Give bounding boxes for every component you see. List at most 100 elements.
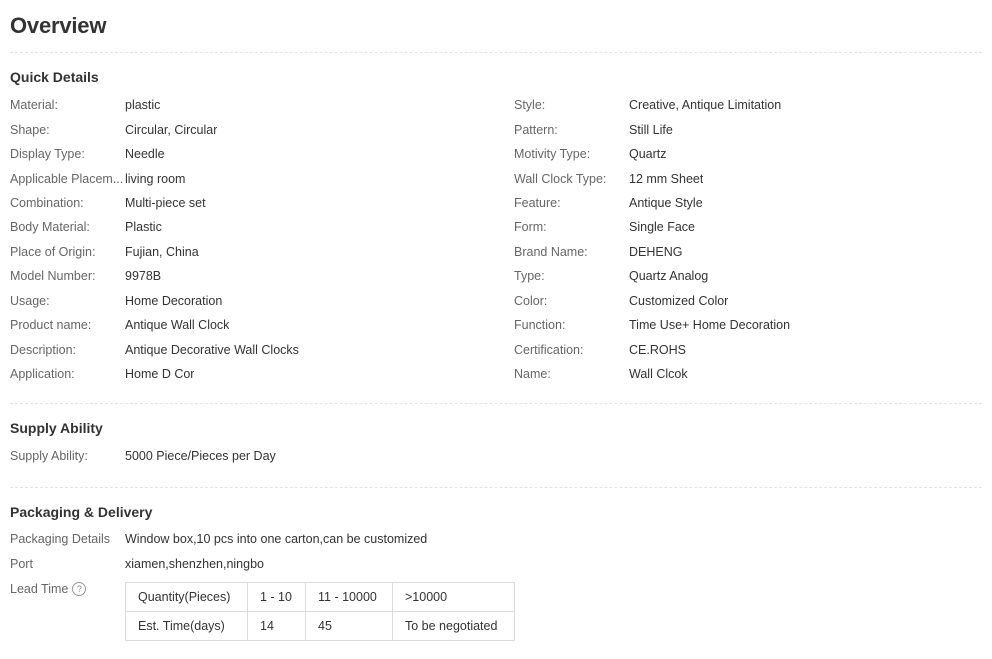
packaging-details-value: Window box,10 pcs into one carton,can be… (125, 532, 428, 546)
packaging-details-row: Packaging Details Window box,10 pcs into… (10, 529, 427, 549)
attribute-row: Description: Antique Decorative Wall Cloc… (10, 337, 490, 361)
attribute-row: Body Material: Plastic (10, 215, 490, 239)
table-row: Est. Time(days) 14 45 To be negotiated (125, 611, 515, 641)
quick-details-right-column: Style: Creative, Antique Limitation Patte… (514, 93, 984, 386)
attribute-row: Function: Time Use+ Home Decoration (514, 313, 984, 337)
table-cell: 11 - 10000 (305, 582, 393, 612)
divider (10, 403, 982, 404)
attribute-label: Wall Clock Type: (514, 171, 607, 186)
table-cell: Est. Time(days) (125, 611, 248, 641)
attribute-row: Brand Name: DEHENG (514, 240, 984, 264)
table-cell: 14 (247, 611, 306, 641)
attribute-label: Color: (514, 293, 548, 308)
attribute-value: Antique Style (629, 195, 703, 210)
attribute-value: Antique Decorative Wall Clocks (125, 342, 299, 357)
attribute-value: Needle (125, 147, 165, 162)
attribute-value: Home Decoration (125, 293, 223, 308)
attribute-value: Home D Cor (125, 367, 195, 382)
supply-ability-value: 5000 Piece/Pieces per Day (125, 449, 276, 463)
attribute-value: Quartz (629, 147, 667, 162)
table-cell: >10000 (392, 582, 515, 612)
attribute-label: Name: (514, 367, 551, 382)
attribute-row: Type: Quartz Analog (514, 264, 984, 288)
attribute-label: Certification: (514, 342, 584, 357)
supply-ability-heading: Supply Ability (10, 420, 103, 436)
table-cell: 1 - 10 (247, 582, 306, 612)
port-value: xiamen,shenzhen,ningbo (125, 557, 264, 571)
attribute-row: Usage: Home Decoration (10, 289, 490, 313)
attribute-value: Wall Clcok (629, 367, 688, 382)
lead-time-label-wrap: Lead Time? (10, 582, 125, 597)
attribute-value: CE.ROHS (629, 342, 686, 357)
table-cell: Quantity(Pieces) (125, 582, 248, 612)
supply-ability-label: Supply Ability: (10, 449, 88, 463)
attribute-label: Product name: (10, 318, 92, 333)
table-cell: 45 (305, 611, 393, 641)
attribute-label: Feature: (514, 195, 561, 210)
attribute-value: Plastic (125, 220, 162, 235)
packaging-delivery-heading: Packaging & Delivery (10, 504, 153, 520)
attribute-row: Application: Home D Cor (10, 362, 490, 386)
attribute-row: Combination: Multi-piece set (10, 191, 490, 215)
attribute-label: Usage: (10, 293, 50, 308)
port-label: Port (10, 557, 33, 571)
attribute-value: 12 mm Sheet (629, 171, 704, 186)
attribute-row: Product name: Antique Wall Clock (10, 313, 490, 337)
attribute-value: Time Use+ Home Decoration (629, 318, 791, 333)
attribute-value: Still Life (629, 122, 673, 137)
attribute-value: Multi-piece set (125, 195, 206, 210)
attribute-value: Customized Color (629, 293, 729, 308)
attribute-row: Material: plastic (10, 93, 490, 117)
attribute-value: Fujian, China (125, 244, 199, 259)
attribute-row: Color: Customized Color (514, 289, 984, 313)
attribute-label: Motivity Type: (514, 147, 591, 162)
attribute-label: Display Type: (10, 147, 85, 162)
attribute-row: Certification: CE.ROHS (514, 337, 984, 361)
lead-time-table: Quantity(Pieces) 1 - 10 11 - 10000 >1000… (125, 582, 515, 641)
attribute-value: DEHENG (629, 244, 683, 259)
divider (10, 487, 982, 488)
attribute-value: Single Face (629, 220, 696, 235)
attribute-label: Material: (10, 98, 58, 113)
attribute-label: Form: (514, 220, 547, 235)
supply-ability-row: Supply Ability: 5000 Piece/Pieces per Da… (10, 446, 276, 466)
lead-time-row: Lead Time? (10, 579, 125, 599)
attribute-label: Place of Origin: (10, 244, 96, 259)
attribute-row: Motivity Type: Quartz (514, 142, 984, 166)
attribute-value: Quartz Analog (629, 269, 709, 284)
quick-details-heading: Quick Details (10, 69, 99, 85)
attribute-row: Place of Origin: Fujian, China (10, 240, 490, 264)
attribute-row: Style: Creative, Antique Limitation (514, 93, 984, 117)
attribute-label: Description: (10, 342, 76, 357)
attribute-label: Shape: (10, 122, 50, 137)
question-circle-icon[interactable]: ? (72, 582, 87, 597)
attribute-label: Type: (514, 269, 545, 284)
attribute-label: Combination: (10, 195, 84, 210)
attribute-row: Wall Clock Type: 12 mm Sheet (514, 166, 984, 190)
attribute-label: Brand Name: (514, 244, 588, 259)
lead-time-label: Lead Time (10, 581, 69, 596)
attribute-row: Pattern: Still Life (514, 117, 984, 141)
attribute-label: Function: (514, 318, 566, 333)
attribute-row: Form: Single Face (514, 215, 984, 239)
attribute-label: Body Material: (10, 220, 90, 235)
attribute-label: Application: (10, 367, 75, 382)
page-title: Overview (10, 13, 107, 38)
attribute-value: Creative, Antique Limitation (629, 98, 782, 113)
attribute-label: Style: (514, 98, 546, 113)
attribute-value: plastic (125, 98, 161, 113)
attribute-row: Name: Wall Clcok (514, 362, 984, 386)
attribute-row: Display Type: Needle (10, 142, 490, 166)
table-row: Quantity(Pieces) 1 - 10 11 - 10000 >1000… (125, 582, 515, 612)
divider (10, 52, 982, 53)
attribute-row: Feature: Antique Style (514, 191, 984, 215)
product-overview-page: Overview Quick Details Material: plastic … (0, 0, 992, 659)
attribute-value: living room (125, 171, 186, 186)
attribute-label: Model Number: (10, 269, 96, 284)
attribute-row: Model Number: 9978B (10, 264, 490, 288)
attribute-row: Shape: Circular, Circular (10, 117, 490, 141)
port-row: Port xiamen,shenzhen,ningbo (10, 554, 264, 574)
attribute-value: Circular, Circular (125, 122, 218, 137)
table-cell: To be negotiated (392, 611, 515, 641)
quick-details-left-column: Material: plastic Shape: Circular, Circula… (10, 93, 490, 386)
